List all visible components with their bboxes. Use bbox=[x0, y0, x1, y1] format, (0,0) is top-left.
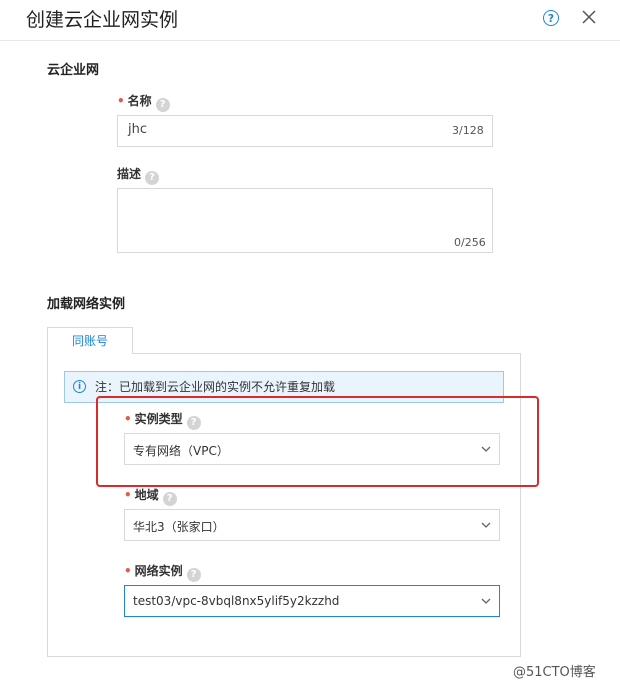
help-tooltip-icon[interactable]: ? bbox=[145, 171, 160, 185]
name-char-counter: 3/128 bbox=[452, 124, 484, 137]
question-circle-icon[interactable]: ? bbox=[543, 10, 559, 26]
notice-text: 注：已加载到云企业网的实例不允许重复加载 bbox=[95, 380, 336, 394]
chevron-down-icon bbox=[481, 598, 491, 604]
desc-char-counter: 0/256 bbox=[454, 236, 486, 249]
name-label: 名称 bbox=[127, 94, 152, 108]
section-title-cen: 云企业网 bbox=[47, 63, 100, 78]
description-textarea[interactable] bbox=[117, 188, 493, 253]
help-tooltip-icon[interactable]: ? bbox=[155, 98, 170, 112]
name-input-value: jhc bbox=[128, 122, 147, 137]
help-tooltip-icon[interactable]: ? bbox=[162, 492, 177, 506]
required-mark: • bbox=[124, 488, 132, 502]
required-mark: • bbox=[117, 94, 125, 108]
name-input[interactable] bbox=[117, 115, 493, 147]
region-label: 地域 bbox=[134, 488, 159, 502]
network-instance-label-row: • 网络实例? bbox=[124, 562, 201, 582]
desc-label: 描述 bbox=[117, 167, 142, 181]
name-label-row: • 名称? bbox=[117, 92, 170, 112]
watermark: @51CTO博客 bbox=[513, 665, 596, 680]
dialog-title: 创建云企业网实例 bbox=[26, 9, 179, 31]
help-tooltip-icon[interactable]: ? bbox=[186, 568, 201, 582]
desc-label-row: 描述? bbox=[117, 165, 160, 185]
region-value: 华北3（张家口） bbox=[133, 520, 225, 534]
close-icon[interactable] bbox=[580, 8, 598, 26]
network-instance-value: test03/vpc-8vbql8nx5ylif5y2kzzhd bbox=[133, 594, 340, 608]
info-icon: i bbox=[73, 380, 86, 393]
tab-same-account[interactable]: 同账号 bbox=[47, 327, 133, 354]
annotation-highlight-box bbox=[96, 396, 539, 487]
required-mark: • bbox=[124, 564, 132, 578]
section-title-attach: 加载网络实例 bbox=[47, 297, 126, 312]
region-label-row: • 地域? bbox=[124, 486, 177, 506]
chevron-down-icon bbox=[481, 522, 491, 528]
network-instance-label: 网络实例 bbox=[134, 564, 183, 578]
